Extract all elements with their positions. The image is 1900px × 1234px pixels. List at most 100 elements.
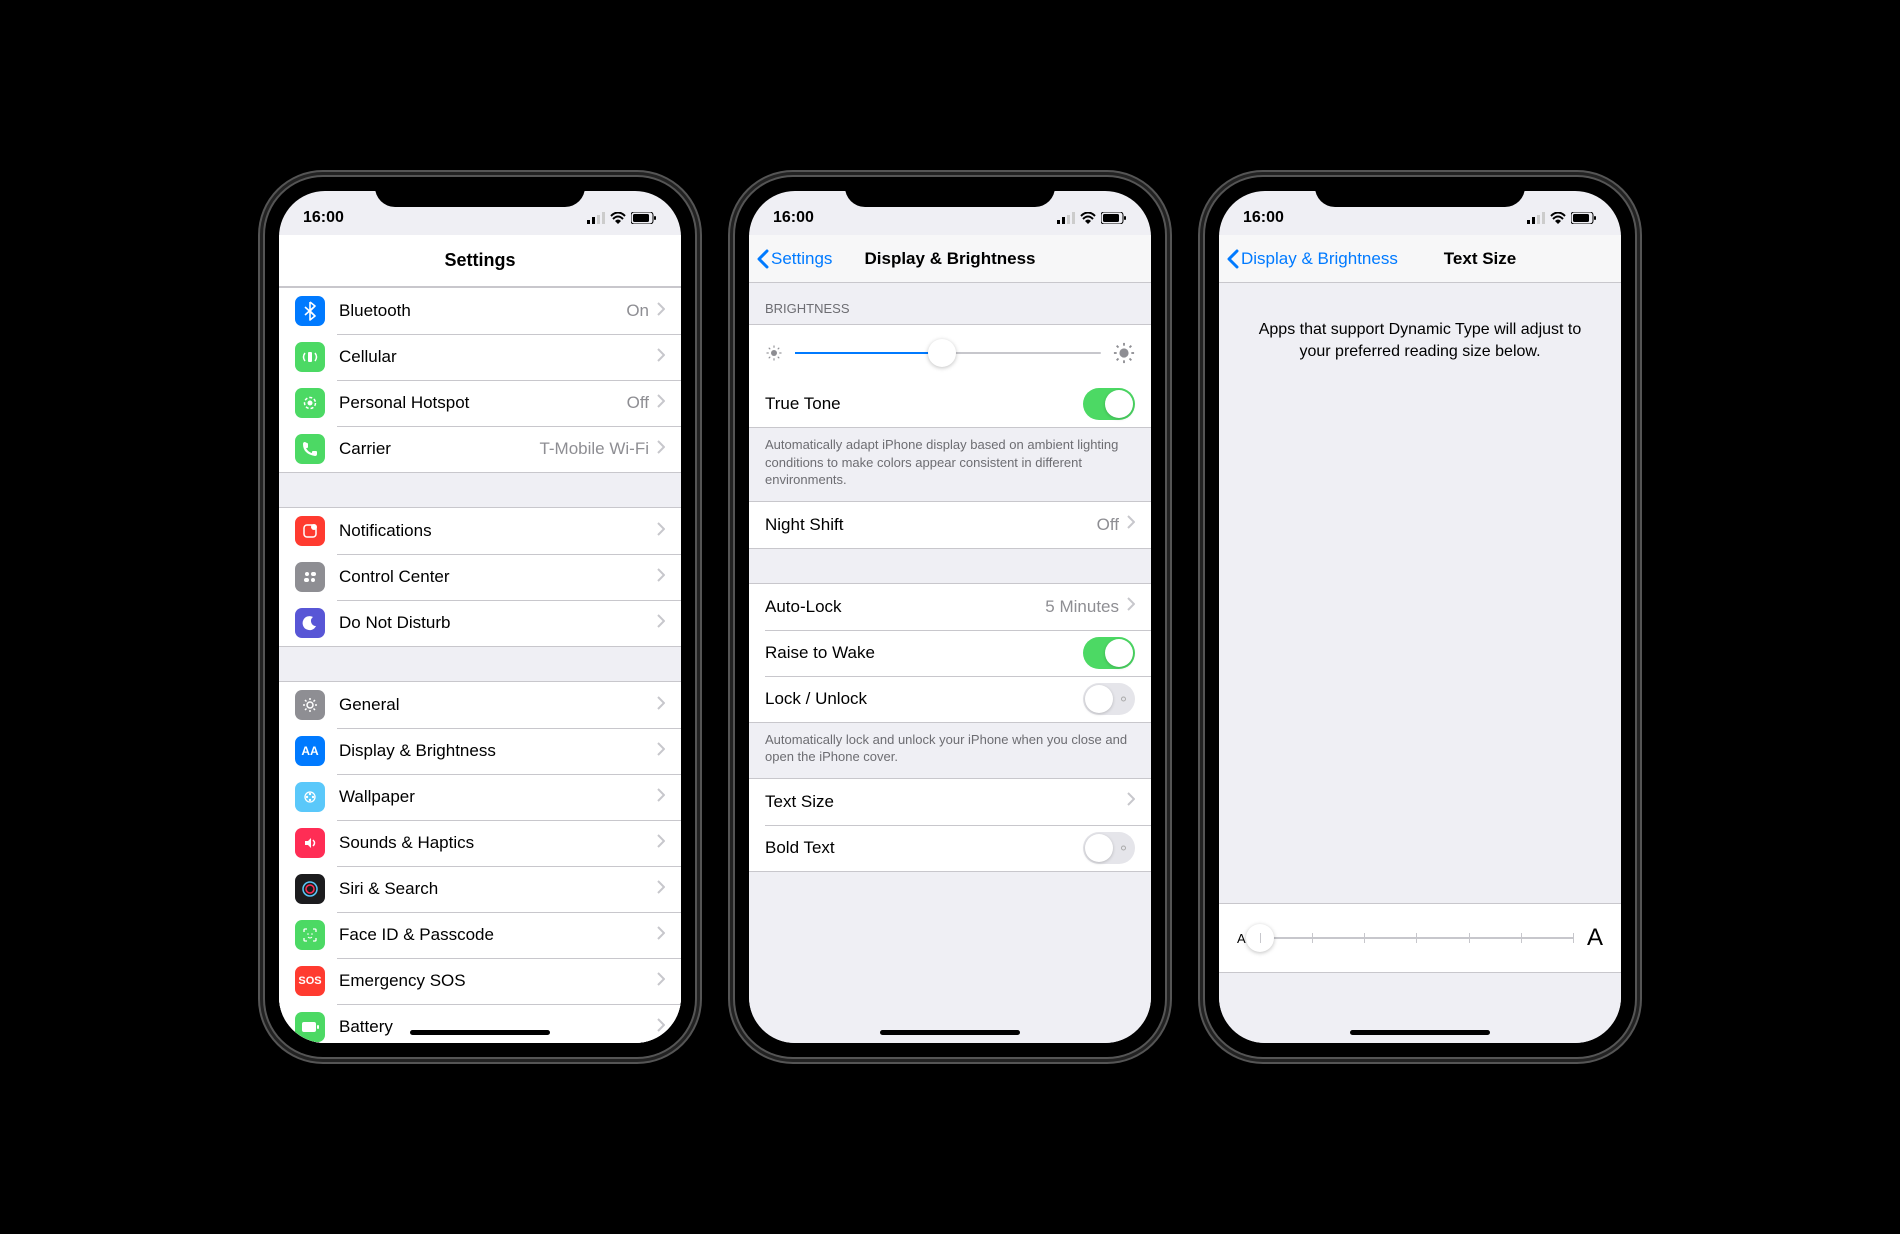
bluetooth-icon <box>295 296 325 326</box>
status-icons <box>1527 212 1597 224</box>
notifications-icon <box>295 516 325 546</box>
boldtext-label: Bold Text <box>765 838 1083 858</box>
row-label: Bluetooth <box>339 301 626 321</box>
truetone-row: True Tone <box>749 381 1151 427</box>
chevron-left-icon <box>757 249 769 269</box>
truetone-footer: Automatically adapt iPhone display based… <box>749 428 1151 501</box>
row-value: On <box>626 301 649 321</box>
chevron-right-icon <box>1127 597 1135 616</box>
settings-row-do-not-disturb[interactable]: Do Not Disturb <box>279 600 681 646</box>
nightshift-value: Off <box>1097 515 1119 535</box>
settings-row-siri-search[interactable]: Siri & Search <box>279 866 681 912</box>
lockunlock-footer: Automatically lock and unlock your iPhon… <box>749 723 1151 778</box>
wifi-icon <box>610 212 626 224</box>
page-title: Settings <box>444 250 515 271</box>
raise-label: Raise to Wake <box>765 643 1083 663</box>
truetone-label: True Tone <box>765 394 1083 414</box>
notch <box>845 177 1055 207</box>
settings-row-bluetooth[interactable]: BluetoothOn <box>279 288 681 334</box>
chevron-right-icon <box>657 788 665 807</box>
display-icon: AA <box>295 736 325 766</box>
settings-row-personal-hotspot[interactable]: Personal HotspotOff <box>279 380 681 426</box>
textsize-description: Apps that support Dynamic Type will adju… <box>1219 283 1621 398</box>
sounds-icon <box>295 828 325 858</box>
lockunlock-row: Lock / Unlock <box>749 676 1151 722</box>
brightness-slider[interactable] <box>795 352 1101 354</box>
chevron-right-icon <box>657 302 665 321</box>
chevron-right-icon <box>657 1018 665 1037</box>
cellular-signal-icon <box>1057 212 1075 224</box>
nightshift-row[interactable]: Night Shift Off <box>749 502 1151 548</box>
autolock-row[interactable]: Auto-Lock 5 Minutes <box>749 584 1151 630</box>
chevron-right-icon <box>657 696 665 715</box>
battery-icon <box>631 212 657 224</box>
large-a-icon: A <box>1587 924 1603 952</box>
textsize-slider-bar: A A <box>1219 903 1621 973</box>
settings-row-control-center[interactable]: Control Center <box>279 554 681 600</box>
settings-row-face-id-passcode[interactable]: Face ID & Passcode <box>279 912 681 958</box>
page-title: Display & Brightness <box>865 249 1036 269</box>
battery-icon <box>1571 212 1597 224</box>
row-label: Notifications <box>339 521 657 541</box>
chevron-right-icon <box>657 440 665 459</box>
chevron-right-icon <box>657 972 665 991</box>
row-value: Off <box>627 393 649 413</box>
settings-row-sounds-haptics[interactable]: Sounds & Haptics <box>279 820 681 866</box>
boldtext-toggle[interactable] <box>1083 832 1135 864</box>
home-indicator[interactable] <box>1350 1030 1490 1035</box>
back-label: Settings <box>771 249 832 269</box>
status-icons <box>587 212 657 224</box>
chevron-right-icon <box>657 522 665 541</box>
chevron-right-icon <box>657 880 665 899</box>
page-title: Text Size <box>1444 249 1516 269</box>
notch <box>1315 177 1525 207</box>
settings-content[interactable]: BluetoothOnCellularPersonal HotspotOffCa… <box>279 287 681 1043</box>
lockunlock-toggle[interactable] <box>1083 683 1135 715</box>
settings-group: BluetoothOnCellularPersonal HotspotOffCa… <box>279 287 681 473</box>
chevron-right-icon <box>657 348 665 367</box>
brightness-slider-row <box>749 325 1151 381</box>
battery-icon <box>295 1012 325 1042</box>
raise-row: Raise to Wake <box>749 630 1151 676</box>
back-button[interactable]: Display & Brightness <box>1227 235 1398 282</box>
display-content[interactable]: BRIGHTNESS True Tone Automatically adapt… <box>749 283 1151 1043</box>
row-label: Display & Brightness <box>339 741 657 761</box>
nav-bar: Settings Display & Brightness <box>749 235 1151 283</box>
settings-row-display-brightness[interactable]: AA Display & Brightness <box>279 728 681 774</box>
settings-row-battery[interactable]: Battery <box>279 1004 681 1043</box>
home-indicator[interactable] <box>410 1030 550 1035</box>
settings-row-notifications[interactable]: Notifications <box>279 508 681 554</box>
raise-toggle[interactable] <box>1083 637 1135 669</box>
textsize-slider[interactable] <box>1260 937 1573 939</box>
back-label: Display & Brightness <box>1241 249 1398 269</box>
settings-row-cellular[interactable]: Cellular <box>279 334 681 380</box>
wallpaper-icon <box>295 782 325 812</box>
brightness-group: True Tone <box>749 324 1151 428</box>
settings-row-emergency-sos[interactable]: SOSEmergency SOS <box>279 958 681 1004</box>
nightshift-label: Night Shift <box>765 515 1097 535</box>
notch <box>375 177 585 207</box>
slider-thumb[interactable] <box>928 339 956 367</box>
settings-row-wallpaper[interactable]: Wallpaper <box>279 774 681 820</box>
home-indicator[interactable] <box>880 1030 1020 1035</box>
chevron-right-icon <box>1127 792 1135 811</box>
screen: 16:00 Settings Display & Brightness BRIG… <box>749 191 1151 1043</box>
settings-row-carrier[interactable]: CarrierT-Mobile Wi-Fi <box>279 426 681 472</box>
chevron-right-icon <box>657 568 665 587</box>
settings-row-general[interactable]: General <box>279 682 681 728</box>
truetone-toggle[interactable] <box>1083 388 1135 420</box>
back-button[interactable]: Settings <box>757 235 832 282</box>
textsize-row[interactable]: Text Size <box>749 779 1151 825</box>
cellular-signal-icon <box>587 212 605 224</box>
textsize-content: Apps that support Dynamic Type will adju… <box>1219 283 1621 1043</box>
lock-group: Auto-Lock 5 Minutes Raise to Wake Lock /… <box>749 583 1151 723</box>
textsize-label: Text Size <box>765 792 1127 812</box>
row-label: Face ID & Passcode <box>339 925 657 945</box>
chevron-right-icon <box>1127 515 1135 534</box>
controlcenter-icon <box>295 562 325 592</box>
chevron-right-icon <box>657 834 665 853</box>
row-label: Carrier <box>339 439 539 459</box>
phone-display-brightness: 16:00 Settings Display & Brightness BRIG… <box>735 177 1165 1057</box>
lockunlock-label: Lock / Unlock <box>765 689 1083 709</box>
status-time: 16:00 <box>1243 209 1284 227</box>
